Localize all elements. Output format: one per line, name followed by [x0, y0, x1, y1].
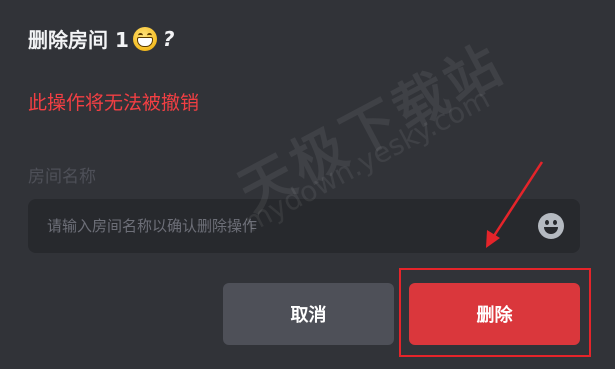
dialog-title: 删除房间 1 ?: [28, 24, 175, 53]
warning-text: 此操作将无法被撤销: [28, 92, 200, 114]
room-name-input[interactable]: [28, 199, 528, 253]
dialog-title-suffix: ?: [162, 26, 175, 51]
smiley-icon[interactable]: [538, 213, 564, 239]
delete-button[interactable]: 删除: [409, 283, 580, 345]
room-name-field: [28, 199, 580, 253]
delete-room-dialog: 删除房间 1 ? 此操作将无法被撤销 房间名称 取消 删除 天极下载站 mydo…: [0, 0, 615, 369]
watermark-main-text: 天极下载站: [228, 32, 515, 224]
dialog-title-text: 删除房间 1: [28, 28, 129, 52]
room-name-label: 房间名称: [28, 167, 96, 187]
grinning-face-emoji-icon: [132, 26, 157, 51]
cancel-button[interactable]: 取消: [223, 283, 394, 345]
